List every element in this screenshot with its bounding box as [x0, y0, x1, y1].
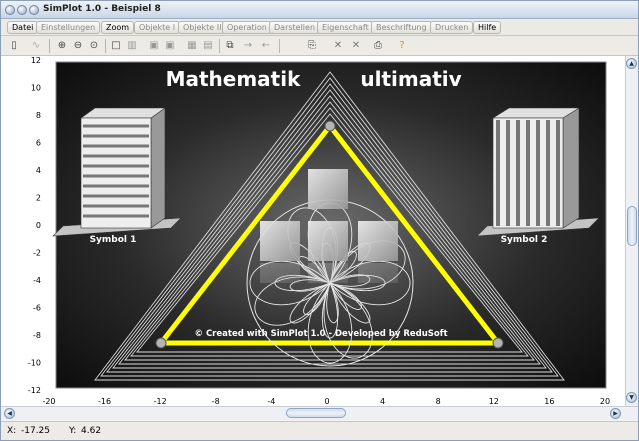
scroll-down-arrow-icon[interactable]: ▼ — [626, 392, 637, 403]
menu-einstellungen[interactable]: Einstellungen — [36, 21, 101, 34]
window-title: SimPlot 1.0 - Beispiel 8 — [43, 4, 161, 14]
help-icon[interactable]: ? — [395, 39, 409, 53]
x-tick-label: -4 — [267, 397, 275, 406]
x-tick-label: 0 — [324, 397, 329, 406]
y-tick-label: -12 — [28, 386, 41, 395]
y-tick-label: 2 — [36, 194, 41, 203]
horizontal-scroll-thumb[interactable] — [286, 408, 346, 418]
y-axis-labels: 12 10 8 6 4 2 0 -2 -4 -6 -8 -10 -12 — [28, 56, 41, 395]
zoom-in-icon[interactable]: ⊕ — [55, 39, 69, 53]
arrow-left-icon[interactable]: ← — [259, 39, 273, 53]
x-tick-label: 20 — [600, 397, 610, 406]
scroll-right-arrow-icon[interactable]: ▶ — [610, 408, 621, 419]
scroll-left-arrow-icon[interactable]: ◀ — [4, 408, 15, 419]
credit-text: © Created with SimPlot 1.0 - Developed b… — [194, 329, 447, 339]
menu-beschriftung[interactable]: Beschriftung — [371, 21, 432, 34]
cross2-icon[interactable]: ✕ — [349, 39, 363, 53]
printer-icon[interactable]: ⎙ — [371, 39, 385, 53]
x-tick-label: -8 — [212, 397, 220, 406]
scroll-up-arrow-icon[interactable]: ▲ — [626, 58, 637, 69]
y-tick-label: 4 — [36, 166, 41, 175]
maximize-window-button[interactable] — [29, 5, 39, 15]
square-icon[interactable]: □ — [109, 39, 123, 53]
menu-hilfe[interactable]: Hilfe — [473, 21, 502, 34]
vertex-left — [155, 337, 167, 349]
minimize-window-button[interactable] — [17, 5, 27, 15]
menu-bar: Datei Einstellungen Zoom Objekte I Objek… — [1, 19, 638, 36]
y-tick-label: -10 — [28, 359, 41, 368]
y-tick-label: 10 — [31, 84, 41, 93]
grid-icon[interactable]: ▥ — [125, 39, 139, 53]
cross-icon[interactable]: ✕ — [331, 39, 345, 53]
calculator-icon[interactable]: ▯ — [7, 39, 21, 53]
x-tick-label: 8 — [436, 397, 441, 406]
page-icon[interactable]: ⎘ — [305, 39, 319, 53]
symbol-1-label: Symbol 1 — [90, 235, 137, 245]
y-tick-label: 6 — [36, 139, 41, 148]
status-x-label: X: — [7, 426, 17, 436]
x-tick-label: 12 — [489, 397, 499, 406]
box2-icon[interactable]: ▣ — [163, 39, 177, 53]
y-tick-label: 8 — [36, 111, 41, 120]
title-bar: SimPlot 1.0 - Beispiel 8 — [1, 1, 638, 19]
menu-zoom[interactable]: Zoom — [101, 21, 135, 34]
vertex-top — [324, 120, 336, 132]
image-icon[interactable]: ▤ — [201, 39, 215, 53]
app-window: SimPlot 1.0 - Beispiel 8 Datei Einstellu… — [0, 0, 639, 441]
x-axis-labels: -20 -16 -12 -8 -4 0 4 8 12 16 20 — [42, 397, 610, 406]
y-tick-label: -8 — [33, 331, 41, 340]
status-y-value: 4.62 — [81, 426, 102, 436]
menu-objekte-2[interactable]: Objekte II — [178, 21, 227, 34]
horizontal-scrollbar[interactable]: ◀ ▶ — [1, 406, 638, 420]
menu-objekte-1[interactable]: Objekte I — [134, 21, 181, 34]
zoom-fit-icon[interactable]: ⊙ — [87, 39, 101, 53]
vertical-scrollbar[interactable]: ▲ ▼ — [625, 56, 638, 406]
y-tick-label: -6 — [33, 304, 41, 313]
vertical-scroll-thumb[interactable] — [627, 206, 637, 246]
y-tick-label: -4 — [33, 276, 41, 285]
menu-drucken[interactable]: Drucken — [430, 21, 474, 34]
x-tick-label: 16 — [544, 397, 554, 406]
table-icon[interactable]: ▦ — [185, 39, 199, 53]
x-tick-label: -16 — [98, 397, 111, 406]
status-bar: X: -17.25 Y: 4.62 — [1, 421, 638, 440]
symbol-2-label: Symbol 2 — [501, 235, 548, 245]
toolbar: ▯ ∿ ⊕ ⊖ ⊙ □ ▥ ▣ ▣ ▦ ▤ ⧉ → ← ⎘ ✕ ✕ ⎙ ? — [1, 36, 638, 56]
x-tick-label: 4 — [380, 397, 385, 406]
box-icon[interactable]: ▣ — [147, 39, 161, 53]
menu-darstellen[interactable]: Darstellen — [269, 21, 321, 34]
y-tick-label: 12 — [31, 56, 41, 65]
title-right: ultimativ — [360, 67, 461, 91]
arrow-right-icon[interactable]: → — [241, 39, 255, 53]
plot-area[interactable]: Symbol 1 Symbol 2 Mathematik ultimativ ©… — [1, 56, 625, 406]
status-x-value: -17.25 — [21, 426, 51, 436]
graph-icon[interactable]: ∿ — [29, 39, 43, 53]
status-y-label: Y: — [69, 426, 77, 436]
menu-eigenschaft[interactable]: Eigenschaft — [317, 21, 374, 34]
plot-canvas[interactable]: Symbol 1 Symbol 2 Mathematik ultimativ ©… — [1, 56, 625, 406]
copy-icon[interactable]: ⧉ — [223, 39, 237, 53]
x-tick-label: -20 — [42, 397, 55, 406]
menu-operation[interactable]: Operation — [222, 21, 272, 34]
title-left: Mathematik — [166, 67, 302, 91]
close-window-button[interactable] — [5, 5, 15, 15]
y-tick-label: 0 — [36, 221, 41, 230]
x-tick-label: -12 — [154, 397, 167, 406]
vertex-right — [492, 337, 504, 349]
menu-datei[interactable]: Datei — [7, 21, 39, 34]
zoom-out-icon[interactable]: ⊖ — [71, 39, 85, 53]
y-tick-label: -2 — [33, 249, 41, 258]
